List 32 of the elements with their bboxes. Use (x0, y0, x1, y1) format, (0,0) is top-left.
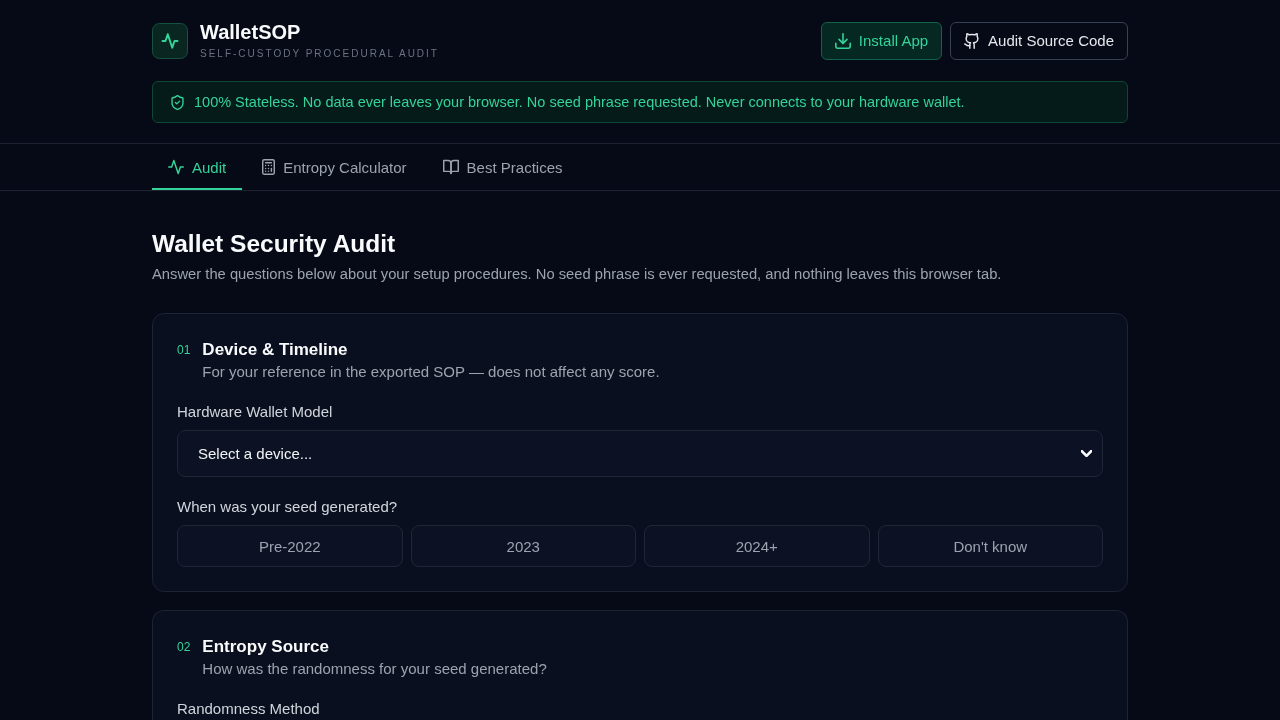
field-label: When was your seed generated? (177, 497, 398, 517)
download-icon (834, 32, 851, 49)
shield-check-icon (170, 94, 185, 110)
option-button[interactable]: Don't know (877, 525, 1103, 567)
logo-icon (152, 22, 188, 59)
option-button[interactable]: 2024+ (644, 525, 870, 567)
chevron-down-icon (1081, 450, 1092, 457)
page-title: Wallet Security Audit (152, 229, 396, 259)
github-icon (964, 32, 981, 49)
field-label: Randomness Method (177, 699, 320, 719)
app-title: WalletSOP (200, 20, 301, 44)
tab[interactable]: Audit (152, 144, 243, 190)
install-button[interactable]: Install App (820, 21, 943, 60)
section-subtitle: For your reference in the exported SOP — does not affect any score. (202, 362, 660, 382)
section-number: 02 (177, 639, 191, 656)
option-button[interactable]: 2023 (410, 525, 636, 567)
device-select[interactable]: Select a device... (177, 430, 1103, 477)
open-book-icon (442, 159, 459, 175)
activity-icon (168, 159, 184, 175)
page-description: Answer the questions below about your setup procedures. No seed phrase is ever requested, and nothing leaves this browser tab. (152, 265, 1003, 284)
section-subtitle: How was the randomness for your seed generated? (202, 659, 547, 679)
tab[interactable]: Entropy Calculator (246, 144, 423, 190)
section-title: Entropy Source (202, 636, 329, 658)
tab[interactable]: Best Practices (426, 144, 579, 190)
calculator-icon (262, 159, 276, 175)
banner-text: 100% Stateless. No data ever leaves your browser. No seed phrase requested. Never connects to your hardware wallet. (194, 94, 965, 110)
option-button[interactable]: Pre-2022 (177, 525, 403, 567)
field-label: Hardware Wallet Model (177, 402, 333, 422)
source-code-button[interactable]: Audit Source Code (950, 21, 1128, 60)
app-tagline: SELF-CUSTODY PROCEDURAL AUDIT (200, 47, 439, 61)
section-title: Device & Timeline (202, 339, 348, 361)
section-number: 01 (177, 342, 191, 359)
